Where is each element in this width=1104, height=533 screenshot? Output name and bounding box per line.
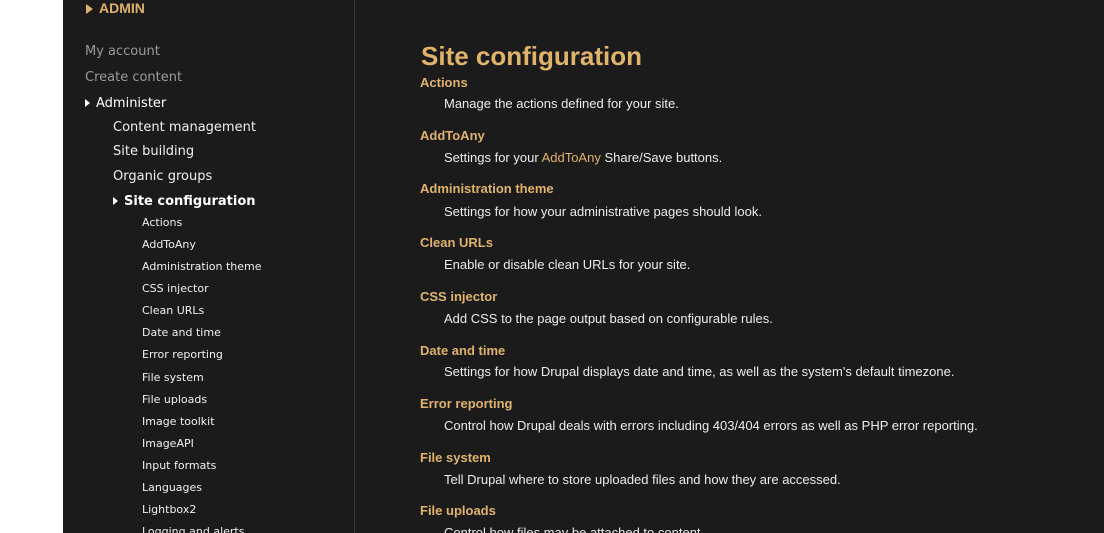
sidebar-item-my-account[interactable]: My account xyxy=(85,43,160,61)
config-link-error-reporting[interactable]: Error reporting xyxy=(420,396,512,412)
config-desc-administration-theme: Settings for how your administrative pag… xyxy=(444,204,762,219)
triangle-right-icon xyxy=(85,99,90,107)
config-link-administration-theme[interactable]: Administration theme xyxy=(420,181,554,197)
sidebar-section-title: ADMIN xyxy=(99,0,145,16)
sidebar-subitem-image-toolkit[interactable]: Image toolkit xyxy=(142,414,215,429)
sidebar-item-organic-groups[interactable]: Organic groups xyxy=(113,168,212,186)
config-link-actions[interactable]: Actions xyxy=(420,75,468,91)
sidebar-subitem-addtoany[interactable]: AddToAny xyxy=(142,237,196,252)
sidebar-subitem-actions[interactable]: Actions xyxy=(142,215,182,230)
config-link-css-injector[interactable]: CSS injector xyxy=(420,289,497,305)
sidebar-subitem-css-injector[interactable]: CSS injector xyxy=(142,281,209,296)
page-title: Site configuration xyxy=(421,41,642,71)
main-content: Site configuration Actions Manage the ac… xyxy=(355,0,1104,533)
sidebar-subitem-imageapi[interactable]: ImageAPI xyxy=(142,436,194,451)
config-desc-addtoany: Settings for your AddToAny Share/Save bu… xyxy=(444,150,722,166)
page: ADMIN My account Create content Administ… xyxy=(0,0,1104,533)
sidebar-subitem-error-reporting[interactable]: Error reporting xyxy=(142,347,223,362)
sidebar-subitem-clean-urls[interactable]: Clean URLs xyxy=(142,303,204,318)
desc-text: Share/Save buttons. xyxy=(600,150,723,165)
desc-text: Settings for your xyxy=(444,150,542,165)
sidebar-item-label: Site configuration xyxy=(124,194,256,209)
sidebar-item-site-building[interactable]: Site building xyxy=(113,143,194,161)
config-link-addtoany[interactable]: AddToAny xyxy=(420,128,485,144)
sidebar-section-admin[interactable]: ADMIN xyxy=(86,0,145,18)
sidebar-item-administer[interactable]: Administer xyxy=(85,95,166,113)
triangle-right-icon xyxy=(86,4,93,14)
sidebar-subitem-logging-and-alerts[interactable]: Logging and alerts xyxy=(142,524,244,533)
config-link-date-and-time[interactable]: Date and time xyxy=(420,343,505,359)
sidebar-subitem-input-formats[interactable]: Input formats xyxy=(142,458,216,473)
sidebar-subitem-date-and-time[interactable]: Date and time xyxy=(142,325,221,340)
config-desc-css-injector: Add CSS to the page output based on conf… xyxy=(444,311,773,326)
config-desc-file-system: Tell Drupal where to store uploaded file… xyxy=(444,472,841,487)
triangle-right-icon xyxy=(113,197,118,205)
sidebar-item-create-content[interactable]: Create content xyxy=(85,69,182,87)
config-link-clean-urls[interactable]: Clean URLs xyxy=(420,235,493,251)
sidebar-subitem-administration-theme[interactable]: Administration theme xyxy=(142,259,262,274)
config-link-file-system[interactable]: File system xyxy=(420,450,491,466)
sidebar-subitem-file-uploads[interactable]: File uploads xyxy=(142,392,207,407)
sidebar-subitem-languages[interactable]: Languages xyxy=(142,480,202,495)
left-margin xyxy=(0,0,63,533)
config-desc-error-reporting: Control how Drupal deals with errors inc… xyxy=(444,418,978,433)
config-desc-date-and-time: Settings for how Drupal displays date an… xyxy=(444,364,955,379)
addtoany-link[interactable]: AddToAny xyxy=(542,150,601,165)
config-desc-actions: Manage the actions defined for your site… xyxy=(444,96,679,111)
config-desc-clean-urls: Enable or disable clean URLs for your si… xyxy=(444,257,691,272)
config-link-file-uploads[interactable]: File uploads xyxy=(420,503,496,519)
sidebar-subitem-file-system[interactable]: File system xyxy=(142,370,204,385)
sidebar-item-content-management[interactable]: Content management xyxy=(113,119,256,137)
sidebar-item-site-configuration[interactable]: Site configuration xyxy=(113,193,256,211)
sidebar-item-label: Administer xyxy=(96,96,167,111)
config-desc-file-uploads: Control how files may be attached to con… xyxy=(444,525,705,533)
sidebar-subitem-lightbox2[interactable]: Lightbox2 xyxy=(142,502,196,517)
sidebar: ADMIN My account Create content Administ… xyxy=(63,0,354,533)
